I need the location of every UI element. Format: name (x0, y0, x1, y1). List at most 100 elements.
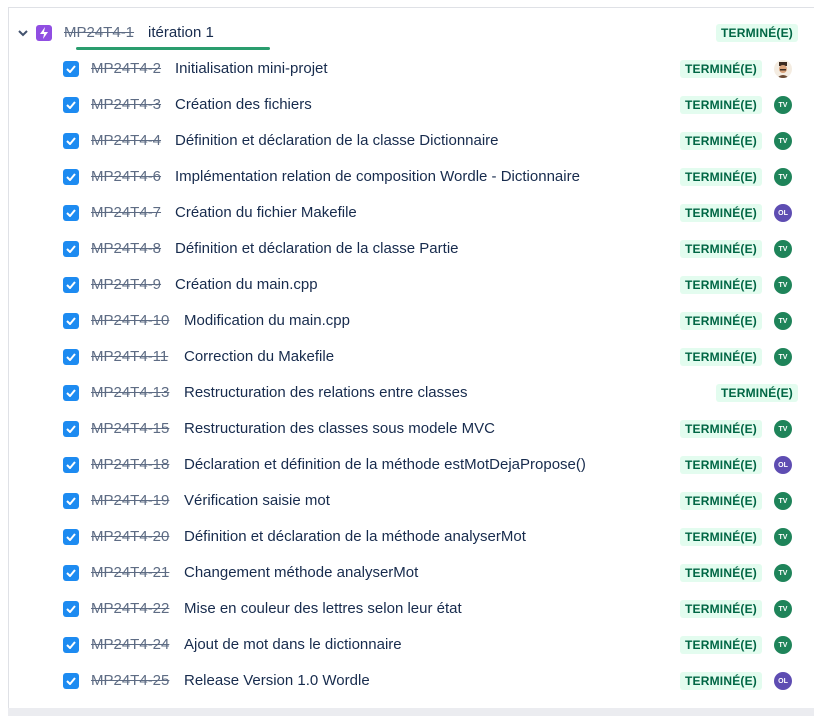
epic-icon (36, 25, 52, 41)
issue-key[interactable]: MP24T4-2 (91, 60, 161, 77)
child-issue-row[interactable]: MP24T4-9 Création du main.cpp TERMINÉ(E) TV (8, 267, 814, 303)
issue-title[interactable]: Déclaration et définition de la méthode … (184, 456, 586, 473)
child-issue-row[interactable]: MP24T4-15 Restructuration des classes sou… (8, 411, 814, 447)
status-badge[interactable]: TERMINÉ(E) (680, 456, 762, 474)
issue-key[interactable]: MP24T4-22 (91, 600, 169, 617)
avatar[interactable]: TV (774, 276, 792, 294)
issue-key[interactable]: MP24T4-21 (91, 564, 169, 581)
status-badge[interactable]: TERMINÉ(E) (680, 276, 762, 294)
avatar[interactable]: TV (774, 564, 792, 582)
child-issue-row[interactable]: MP24T4-6 Implémentation relation de compo… (8, 159, 814, 195)
status-badge[interactable]: TERMINÉ(E) (680, 240, 762, 258)
child-issue-row[interactable]: MP24T4-24 Ajout de mot dans le dictionnai… (8, 627, 814, 663)
child-issue-row[interactable]: MP24T4-25 Release Version 1.0 Wordle TERMI… (8, 663, 814, 699)
status-badge[interactable]: TERMINÉ(E) (680, 420, 762, 438)
chevron-down-icon[interactable] (16, 26, 30, 40)
issue-title[interactable]: Implémentation relation de composition W… (175, 168, 580, 185)
status-badge[interactable]: TERMINÉ(E) (680, 204, 762, 222)
issue-title[interactable]: Création du main.cpp (175, 276, 318, 293)
avatar[interactable]: TV (774, 132, 792, 150)
issue-key[interactable]: MP24T4-8 (91, 240, 161, 257)
issue-title[interactable]: Définition et déclaration de la méthode … (184, 528, 526, 545)
avatar[interactable]: TV (774, 312, 792, 330)
child-issue-row[interactable]: MP24T4-22 Mise en couleur des lettres sel… (8, 591, 814, 627)
parent-issue-row[interactable]: MP24T4-1 itération 1 TERMINÉ(E) (8, 15, 814, 51)
status-badge[interactable]: TERMINÉ(E) (680, 672, 762, 690)
issue-key[interactable]: MP24T4-15 (91, 420, 169, 437)
issue-title[interactable]: Restructuration des relations entre clas… (184, 384, 467, 401)
issue-key[interactable]: MP24T4-19 (91, 492, 169, 509)
status-badge[interactable]: TERMINÉ(E) (680, 96, 762, 114)
issue-key[interactable]: MP24T4-18 (91, 456, 169, 473)
avatar[interactable]: TV (774, 168, 792, 186)
issue-key[interactable]: MP24T4-25 (91, 672, 169, 689)
checkbox-icon (63, 493, 79, 509)
horizontal-scrollbar[interactable] (8, 708, 814, 716)
child-issue-row[interactable]: MP24T4-3 Création des fichiers TERMINÉ(E) T… (8, 87, 814, 123)
avatar[interactable]: OL (774, 456, 792, 474)
status-badge[interactable]: TERMINÉ(E) (680, 312, 762, 330)
child-issue-row[interactable]: MP24T4-4 Définition et déclaration de la … (8, 123, 814, 159)
issue-title[interactable]: Création des fichiers (175, 96, 312, 113)
issue-title[interactable]: Modification du main.cpp (184, 312, 350, 329)
issue-title[interactable]: Changement méthode analyserMot (184, 564, 418, 581)
avatar[interactable]: OL (774, 204, 792, 222)
issue-key[interactable]: MP24T4-4 (91, 132, 161, 149)
avatar[interactable]: TV (774, 528, 792, 546)
checkbox-icon (63, 601, 79, 617)
parent-issue-title[interactable]: itération 1 (148, 24, 214, 41)
issue-title[interactable]: Correction du Makefile (184, 348, 334, 365)
issue-key[interactable]: MP24T4-9 (91, 276, 161, 293)
avatar[interactable]: TV (774, 420, 792, 438)
issue-title[interactable]: Définition et déclaration de la classe P… (175, 240, 459, 257)
avatar[interactable] (774, 60, 792, 78)
status-badge[interactable]: TERMINÉ(E) (680, 564, 762, 582)
avatar[interactable]: OL (774, 672, 792, 690)
status-badge[interactable]: TERMINÉ(E) (680, 168, 762, 186)
status-badge[interactable]: TERMINÉ(E) (680, 528, 762, 546)
child-issue-row[interactable]: MP24T4-21 Changement méthode analyserMot T… (8, 555, 814, 591)
avatar[interactable]: TV (774, 96, 792, 114)
issue-key[interactable]: MP24T4-11 (91, 348, 168, 365)
issue-title[interactable]: Vérification saisie mot (184, 492, 330, 509)
child-issue-row[interactable]: MP24T4-10 Modification du main.cpp TERMINÉ… (8, 303, 814, 339)
checkbox-icon (63, 241, 79, 257)
child-issue-row[interactable]: MP24T4-13 Restructuration des relations e… (8, 375, 814, 411)
child-issue-row[interactable]: MP24T4-8 Définition et déclaration de la … (8, 231, 814, 267)
status-badge[interactable]: TERMINÉ(E) (680, 600, 762, 618)
status-badge[interactable]: TERMINÉ(E) (680, 60, 762, 78)
status-badge[interactable]: TERMINÉ(E) (716, 24, 798, 42)
avatar[interactable]: TV (774, 636, 792, 654)
status-badge[interactable]: TERMINÉ(E) (680, 348, 762, 366)
issue-title[interactable]: Restructuration des classes sous modele … (184, 420, 495, 437)
issue-title[interactable]: Définition et déclaration de la classe D… (175, 132, 499, 149)
status-badge[interactable]: TERMINÉ(E) (680, 636, 762, 654)
child-issue-row[interactable]: MP24T4-2 Initialisation mini-projet TERMIN… (8, 51, 814, 87)
issue-title[interactable]: Release Version 1.0 Wordle (184, 672, 370, 689)
child-issue-row[interactable]: MP24T4-18 Déclaration et définition de la… (8, 447, 814, 483)
issue-title[interactable]: Création du fichier Makefile (175, 204, 357, 221)
parent-issue-key[interactable]: MP24T4-1 (64, 24, 134, 41)
checkbox-icon (63, 133, 79, 149)
status-badge[interactable]: TERMINÉ(E) (680, 132, 762, 150)
child-issue-row[interactable]: MP24T4-7 Création du fichier Makefile TERM… (8, 195, 814, 231)
issue-key[interactable]: MP24T4-24 (91, 636, 169, 653)
issue-key[interactable]: MP24T4-7 (91, 204, 161, 221)
issue-title[interactable]: Mise en couleur des lettres selon leur é… (184, 600, 462, 617)
issue-title[interactable]: Ajout de mot dans le dictionnaire (184, 636, 402, 653)
issue-key[interactable]: MP24T4-10 (91, 312, 169, 329)
avatar[interactable]: TV (774, 348, 792, 366)
avatar[interactable]: TV (774, 600, 792, 618)
status-badge[interactable]: TERMINÉ(E) (680, 492, 762, 510)
issue-key[interactable]: MP24T4-20 (91, 528, 169, 545)
issue-key[interactable]: MP24T4-6 (91, 168, 161, 185)
avatar[interactable]: TV (774, 492, 792, 510)
issue-key[interactable]: MP24T4-13 (91, 384, 169, 401)
child-issue-row[interactable]: MP24T4-19 Vérification saisie mot TERMINÉ(… (8, 483, 814, 519)
issue-key[interactable]: MP24T4-3 (91, 96, 161, 113)
issue-title[interactable]: Initialisation mini-projet (175, 60, 328, 77)
child-issue-row[interactable]: MP24T4-11 Correction du Makefile TERMINÉ(E… (8, 339, 814, 375)
avatar[interactable]: TV (774, 240, 792, 258)
child-issue-row[interactable]: MP24T4-20 Définition et déclaration de la… (8, 519, 814, 555)
status-badge[interactable]: TERMINÉ(E) (716, 384, 798, 402)
